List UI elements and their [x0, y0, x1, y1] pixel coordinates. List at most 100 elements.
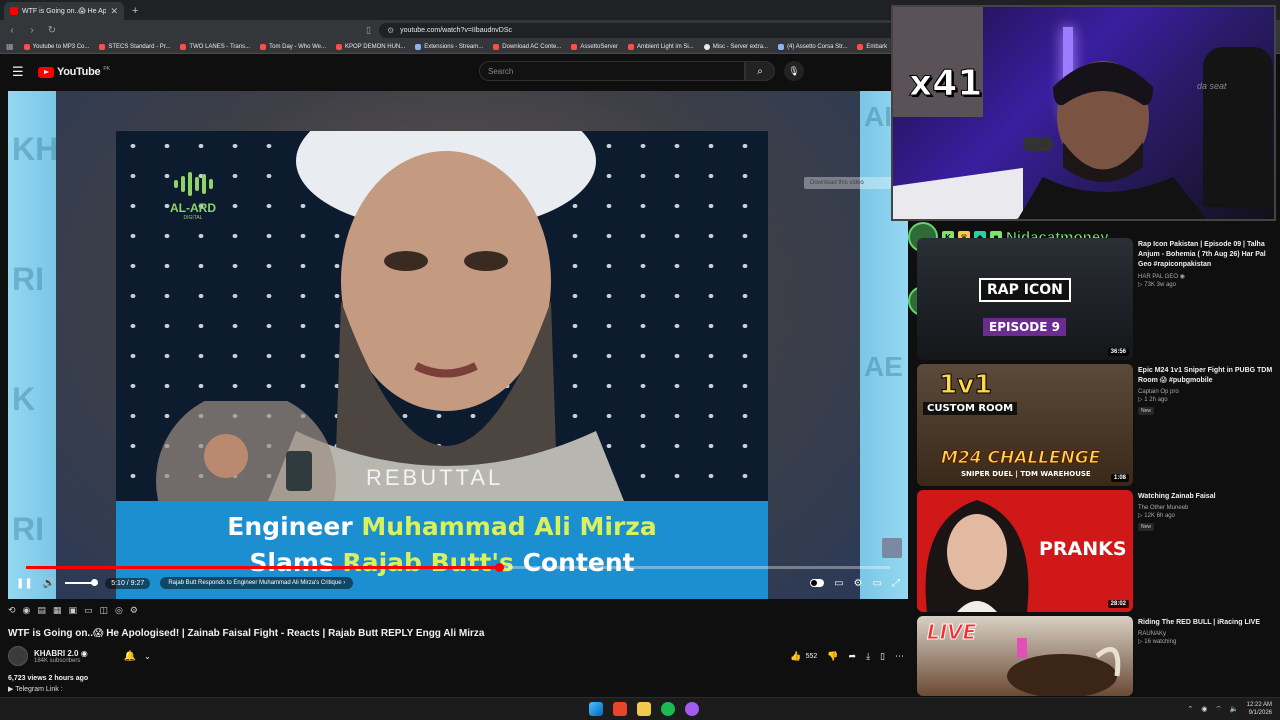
- views-and-age: 6,723 views 2 hours ago: [8, 675, 89, 682]
- voice-search-button[interactable]: 🎙: [784, 61, 804, 81]
- spotify-icon[interactable]: [661, 702, 675, 716]
- bookmark-item[interactable]: Extensions - Stream...: [415, 43, 483, 50]
- speaker-icon[interactable]: 🔈: [1230, 705, 1239, 713]
- chapter-title[interactable]: Rajab Butt Responds to Engineer Muhammad…: [160, 577, 354, 589]
- video-actions: 👍 552 👎 ➦ ⤓ ▯ ⋯: [790, 651, 908, 662]
- address-bar[interactable]: ⚙ youtube.com/watch?v=IIbaudnvDSc: [378, 22, 899, 38]
- back-button[interactable]: ‹: [6, 25, 18, 36]
- github-icon: [703, 43, 710, 50]
- brave-browser-icon[interactable]: [613, 702, 627, 716]
- video-description[interactable]: 6,723 views 2 hours ago ▶ Telegram Link …: [8, 675, 908, 697]
- fullscreen-icon[interactable]: ⤢: [892, 578, 900, 589]
- scrubber-handle[interactable]: [494, 563, 504, 572]
- new-badge: New: [1138, 407, 1155, 415]
- hamburger-menu-icon[interactable]: ☰: [12, 64, 28, 80]
- inset-person-thumbnail: [156, 401, 336, 511]
- subtitles-icon[interactable]: ▭: [834, 578, 843, 589]
- bookmark-item[interactable]: Download AC Conte...: [493, 43, 561, 50]
- apps-grid-icon[interactable]: ▦: [6, 42, 14, 51]
- taskbar-clock[interactable]: 12:22 AM 9/1/2026: [1247, 701, 1272, 717]
- bookmark-item[interactable]: Misc - Server extra...: [703, 43, 768, 50]
- site-info-icon[interactable]: ⚙: [387, 26, 394, 35]
- extension-settings-icon[interactable]: ⚙: [130, 605, 138, 616]
- loop-icon[interactable]: ⟲: [8, 605, 16, 616]
- chevron-up-icon[interactable]: ⌃: [1187, 705, 1193, 713]
- video-player[interactable]: KH RI K RI AI AE AL-ARD DIGITAL REBUTTAL…: [8, 91, 908, 599]
- bookmark-item[interactable]: Embark: [857, 43, 887, 50]
- screen-icon[interactable]: ▤: [37, 605, 46, 616]
- video-thumbnail[interactable]: 1v1 CUSTOM ROOM M24 CHALLENGE SNIPER DUE…: [917, 364, 1133, 486]
- reload-button[interactable]: ↻: [46, 25, 58, 36]
- bookmark-item[interactable]: Tom Day - Who We...: [260, 43, 326, 50]
- bookmark-favicon-icon: [571, 43, 578, 50]
- messenger-icon[interactable]: [685, 702, 699, 716]
- settings-gear-icon[interactable]: ⚙: [854, 578, 863, 589]
- recommended-video[interactable]: 1v1 CUSTOM ROOM M24 CHALLENGE SNIPER DUE…: [917, 364, 1277, 486]
- close-tab-icon[interactable]: ✕: [110, 6, 118, 17]
- progress-bar[interactable]: [26, 563, 890, 572]
- recommended-video[interactable]: PRANKS 28:02 Watching Zainab Faisal The …: [917, 490, 1277, 612]
- like-button[interactable]: 👍 552: [790, 651, 817, 662]
- recommended-video[interactable]: LIVE Riding The RED BULL | iRacing LIVE …: [917, 616, 1277, 696]
- window-icon[interactable]: ▭: [84, 605, 93, 616]
- video-title: Watching Zainab Faisal: [1138, 493, 1216, 500]
- player-controls-right: ▭ ⚙ ▭ ⤢: [810, 578, 900, 589]
- forward-button[interactable]: ›: [26, 25, 38, 36]
- time-display: 5:10 / 9:27: [105, 577, 151, 589]
- bookmark-item[interactable]: KPOP DEMON HUN...: [336, 43, 405, 50]
- video-thumbnail[interactable]: LIVE: [917, 616, 1133, 696]
- video-thumbnail[interactable]: PRANKS 28:02: [917, 490, 1133, 612]
- download-video-overlay[interactable]: Download this video: [804, 177, 896, 189]
- volume-icon[interactable]: 🔊: [43, 578, 55, 589]
- channel-name: RAUNAKy: [1138, 631, 1167, 637]
- more-options-button[interactable]: ⋯: [895, 651, 904, 662]
- sub-counter: x41: [908, 63, 983, 105]
- pause-button[interactable]: ❚❚: [16, 578, 33, 589]
- youtube-logo[interactable]: YouTube PK: [38, 66, 110, 78]
- video-duration: 28:02: [1107, 600, 1129, 608]
- download-button[interactable]: ⤓: [866, 651, 870, 662]
- youtube-header: ☰ YouTube PK Search ⌕ 🎙: [0, 55, 900, 89]
- bookmark-item[interactable]: Youtube to MP3 Co...: [23, 43, 89, 50]
- bookmark-item[interactable]: AssettoServer: [571, 43, 618, 50]
- picture-in-picture-icon[interactable]: ▣: [68, 605, 77, 616]
- search-icon: ⌕: [757, 65, 763, 77]
- channel-name[interactable]: KHABRI 2.0 ◉: [34, 649, 88, 658]
- search-input[interactable]: Search: [479, 61, 745, 81]
- bookmark-favicon-icon: [857, 43, 864, 50]
- bookmark-item[interactable]: STECS Standard - Pr...: [99, 43, 170, 50]
- bookmark-item[interactable]: TWO LANES - Trans...: [180, 43, 250, 50]
- video-thumbnail[interactable]: RAP ICON EPISODE 9 36:56: [917, 238, 1133, 360]
- theater-mode-icon[interactable]: ▭: [873, 578, 882, 589]
- url-text: youtube.com/watch?v=IIbaudnvDSc: [400, 26, 512, 34]
- share-button[interactable]: ➦: [849, 651, 857, 662]
- recommended-video[interactable]: RAP ICON EPISODE 9 36:56 Rap Icon Pakist…: [917, 238, 1277, 360]
- browser-tab-active[interactable]: WTF is Going on..😱 He Apologised! ✕: [4, 2, 124, 20]
- autoplay-toggle[interactable]: [810, 579, 825, 587]
- calendar-icon[interactable]: ▦: [53, 605, 62, 616]
- audio-icon[interactable]: ◉: [23, 605, 31, 616]
- bookmark-favicon-icon: [628, 43, 635, 50]
- video-title: Rap Icon Pakistan | Episode 09 | Talha A…: [1138, 241, 1266, 268]
- dislike-button[interactable]: 👎: [827, 651, 838, 662]
- file-explorer-icon[interactable]: [637, 702, 651, 716]
- channel-avatar[interactable]: [8, 646, 28, 666]
- search-button[interactable]: ⌕: [745, 61, 775, 81]
- video-info: Watching Zainab Faisal The Other Muneeb …: [1138, 490, 1277, 612]
- windows-start-icon[interactable]: [589, 702, 603, 716]
- tray-app-icon[interactable]: ◉: [1201, 705, 1207, 713]
- wifi-icon[interactable]: ⌔: [1215, 705, 1222, 714]
- system-tray: ⌃ ◉ ⌔ 🔈 12:22 AM 9/1/2026: [1187, 701, 1272, 717]
- new-tab-button[interactable]: +: [132, 5, 138, 17]
- save-button[interactable]: ▯: [880, 651, 885, 662]
- bookmark-item[interactable]: Ambient Light im Si...: [628, 43, 694, 50]
- bookmark-icon[interactable]: ▯: [366, 25, 371, 36]
- notification-bell-icon[interactable]: 🔔: [124, 651, 136, 662]
- split-icon[interactable]: ◫: [99, 605, 108, 616]
- chevron-down-icon[interactable]: ⌄: [144, 652, 151, 661]
- bookmark-item[interactable]: (4) Assetto Corsa Str...: [778, 43, 847, 50]
- rebuttal-caption: REBUTTAL: [366, 465, 504, 490]
- volume-slider[interactable]: [65, 579, 99, 586]
- channel-watermark[interactable]: [882, 538, 902, 558]
- screenshot-icon[interactable]: ◎: [115, 605, 123, 616]
